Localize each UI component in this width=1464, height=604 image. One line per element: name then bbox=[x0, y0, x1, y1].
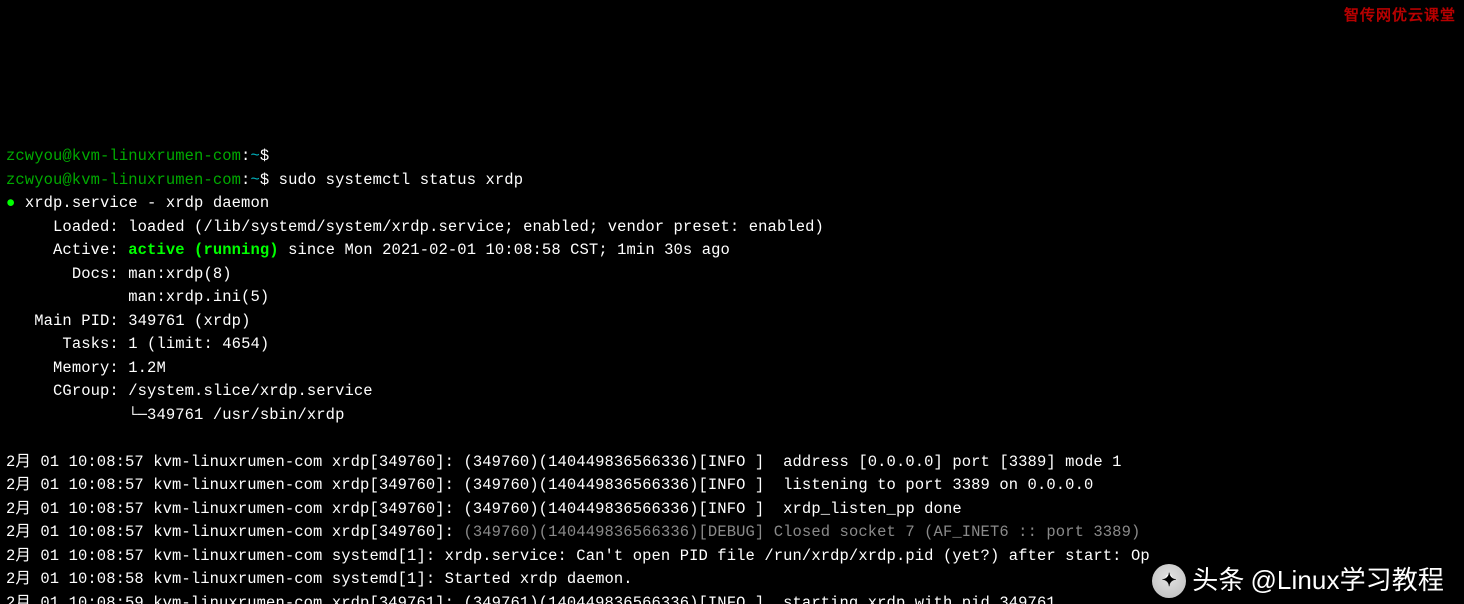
tasks-value: 1 (limit: 4654) bbox=[128, 335, 269, 353]
watermark-text: @Linux学习教程 bbox=[1250, 569, 1444, 593]
mainpid-label: Main PID: bbox=[34, 312, 119, 330]
memory-label: Memory: bbox=[53, 359, 119, 377]
cgroup-label: CGroup: bbox=[53, 382, 119, 400]
docs-2: man:xrdp.ini(5) bbox=[128, 288, 269, 306]
docs-1: man:xrdp(8) bbox=[128, 265, 231, 283]
prompt-path: ~ bbox=[250, 147, 259, 165]
memory-value: 1.2M bbox=[128, 359, 166, 377]
prompt-user: zcwyou@kvm-linuxrumen-com bbox=[6, 147, 241, 165]
toutiao-logo-icon: ✦ bbox=[1152, 564, 1186, 598]
command-text: sudo systemctl status xrdp bbox=[279, 171, 523, 189]
active-since: since Mon 2021-02-01 10:08:58 CST; 1min … bbox=[279, 241, 730, 259]
loaded-label: Loaded: bbox=[53, 218, 119, 236]
service-title: xrdp.service - xrdp daemon bbox=[25, 194, 269, 212]
active-label: Active: bbox=[53, 241, 119, 259]
status-bullet-icon: ● bbox=[6, 194, 15, 212]
docs-label: Docs: bbox=[72, 265, 119, 283]
active-value: active (running) bbox=[128, 241, 278, 259]
prompt-end: $ bbox=[260, 147, 269, 165]
prompt-user: zcwyou@kvm-linuxrumen-com bbox=[6, 171, 241, 189]
terminal-output: zcwyou@kvm-linuxrumen-com:~$ zcwyou@kvm-… bbox=[6, 145, 1458, 604]
tasks-label: Tasks: bbox=[62, 335, 118, 353]
prompt-end: $ bbox=[260, 171, 269, 189]
watermark-prefix: 头条 bbox=[1192, 569, 1244, 593]
watermark-bottom-right: ✦ 头条 @Linux学习教程 bbox=[1152, 564, 1444, 598]
mainpid-value: 349761 (xrdp) bbox=[128, 312, 250, 330]
cgroup-tree: └─349761 /usr/sbin/xrdp bbox=[128, 406, 344, 424]
prompt-path: ~ bbox=[250, 171, 259, 189]
loaded-value: loaded (/lib/systemd/system/xrdp.service… bbox=[128, 218, 824, 236]
cgroup-value: /system.slice/xrdp.service bbox=[128, 382, 372, 400]
watermark-top-right: 智传网优云课堂 bbox=[1344, 4, 1456, 28]
